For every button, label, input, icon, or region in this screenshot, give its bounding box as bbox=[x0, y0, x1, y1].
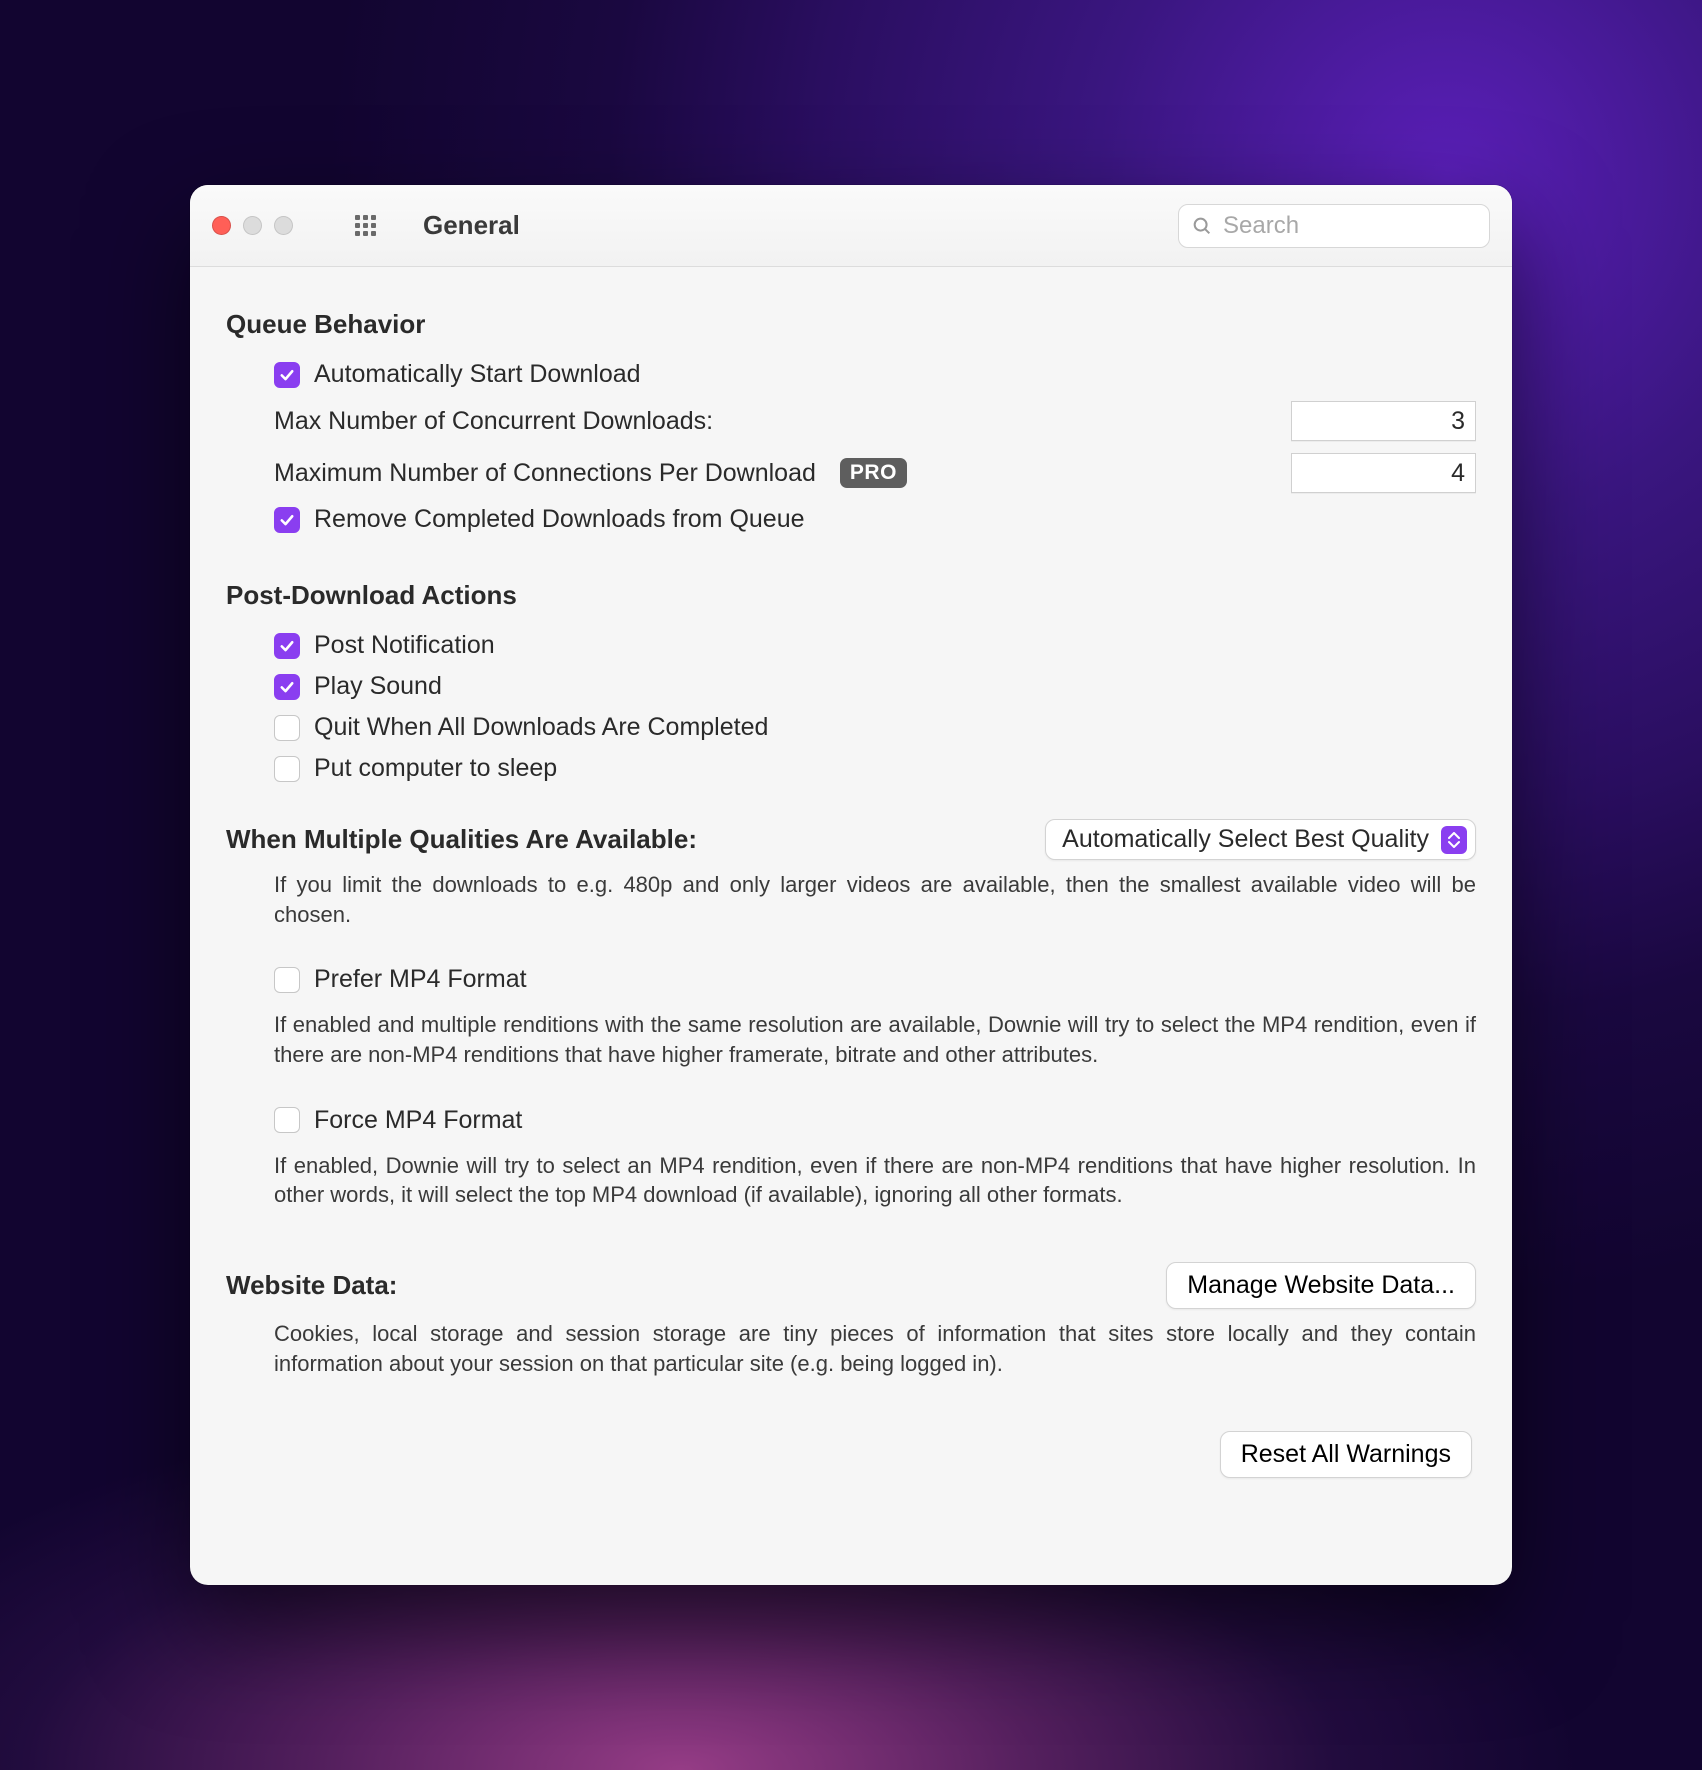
row-force-mp4: Force MP4 Format bbox=[226, 1100, 1476, 1141]
window-controls bbox=[212, 216, 293, 235]
section-quality-heading: When Multiple Qualities Are Available: bbox=[226, 824, 697, 855]
preferences-window: General Queue Behavior Automatically Sta… bbox=[190, 185, 1512, 1585]
reset-warnings-button[interactable]: Reset All Warnings bbox=[1220, 1431, 1472, 1478]
row-post-notification: Post Notification bbox=[226, 625, 1476, 666]
show-all-icon[interactable] bbox=[351, 212, 379, 240]
check-icon bbox=[278, 637, 296, 655]
row-website-header: Website Data: Manage Website Data... bbox=[226, 1262, 1476, 1309]
footer: Reset All Warnings bbox=[226, 1379, 1476, 1478]
row-prefer-mp4: Prefer MP4 Format bbox=[226, 959, 1476, 1000]
checkbox-quit-when-done[interactable] bbox=[274, 715, 300, 741]
label-sleep: Put computer to sleep bbox=[314, 754, 557, 783]
row-sleep: Put computer to sleep bbox=[226, 748, 1476, 789]
search-field[interactable] bbox=[1178, 204, 1490, 248]
row-quit-when-done: Quit When All Downloads Are Completed bbox=[226, 707, 1476, 748]
check-icon bbox=[278, 678, 296, 696]
checkbox-sleep[interactable] bbox=[274, 756, 300, 782]
check-icon bbox=[278, 366, 296, 384]
pro-badge: PRO bbox=[840, 458, 907, 488]
label-force-mp4: Force MP4 Format bbox=[314, 1106, 522, 1135]
search-input[interactable] bbox=[1223, 212, 1477, 240]
row-play-sound: Play Sound bbox=[226, 666, 1476, 707]
label-post-notification: Post Notification bbox=[314, 631, 495, 660]
input-max-connections[interactable] bbox=[1291, 453, 1476, 493]
help-prefer-mp4: If enabled and multiple renditions with … bbox=[226, 1000, 1476, 1069]
checkbox-post-notification[interactable] bbox=[274, 633, 300, 659]
help-website: Cookies, local storage and session stora… bbox=[226, 1309, 1476, 1378]
section-queue-heading: Queue Behavior bbox=[226, 309, 1476, 340]
label-auto-start: Automatically Start Download bbox=[314, 360, 641, 389]
row-max-concurrent: Max Number of Concurrent Downloads: bbox=[226, 395, 1476, 447]
input-max-concurrent[interactable] bbox=[1291, 401, 1476, 441]
check-icon bbox=[278, 511, 296, 529]
checkbox-force-mp4[interactable] bbox=[274, 1107, 300, 1133]
row-remove-completed: Remove Completed Downloads from Queue bbox=[226, 499, 1476, 540]
label-prefer-mp4: Prefer MP4 Format bbox=[314, 965, 527, 994]
row-auto-start: Automatically Start Download bbox=[226, 354, 1476, 395]
row-quality-header: When Multiple Qualities Are Available: A… bbox=[226, 819, 1476, 860]
help-force-mp4: If enabled, Downie will try to select an… bbox=[226, 1141, 1476, 1210]
checkbox-play-sound[interactable] bbox=[274, 674, 300, 700]
row-max-connections: Maximum Number of Connections Per Downlo… bbox=[226, 447, 1476, 499]
minimize-button[interactable] bbox=[243, 216, 262, 235]
search-icon bbox=[1191, 215, 1213, 237]
label-quit-when-done: Quit When All Downloads Are Completed bbox=[314, 713, 768, 742]
label-play-sound: Play Sound bbox=[314, 672, 442, 701]
checkbox-remove-completed[interactable] bbox=[274, 507, 300, 533]
select-stepper-icon bbox=[1441, 826, 1467, 854]
checkbox-prefer-mp4[interactable] bbox=[274, 967, 300, 993]
content: Queue Behavior Automatically Start Downl… bbox=[190, 267, 1512, 1508]
window-title: General bbox=[423, 210, 520, 241]
help-quality: If you limit the downloads to e.g. 480p … bbox=[226, 860, 1476, 929]
label-max-concurrent: Max Number of Concurrent Downloads: bbox=[274, 407, 713, 436]
zoom-button[interactable] bbox=[274, 216, 293, 235]
checkbox-auto-start[interactable] bbox=[274, 362, 300, 388]
quality-select-value: Automatically Select Best Quality bbox=[1062, 825, 1429, 854]
label-remove-completed: Remove Completed Downloads from Queue bbox=[314, 505, 805, 534]
manage-website-data-button[interactable]: Manage Website Data... bbox=[1166, 1262, 1476, 1309]
titlebar: General bbox=[190, 185, 1512, 267]
label-max-connections: Maximum Number of Connections Per Downlo… bbox=[274, 459, 816, 488]
close-button[interactable] bbox=[212, 216, 231, 235]
section-website-heading: Website Data: bbox=[226, 1270, 397, 1301]
quality-select[interactable]: Automatically Select Best Quality bbox=[1045, 819, 1476, 860]
section-post-heading: Post-Download Actions bbox=[226, 580, 1476, 611]
